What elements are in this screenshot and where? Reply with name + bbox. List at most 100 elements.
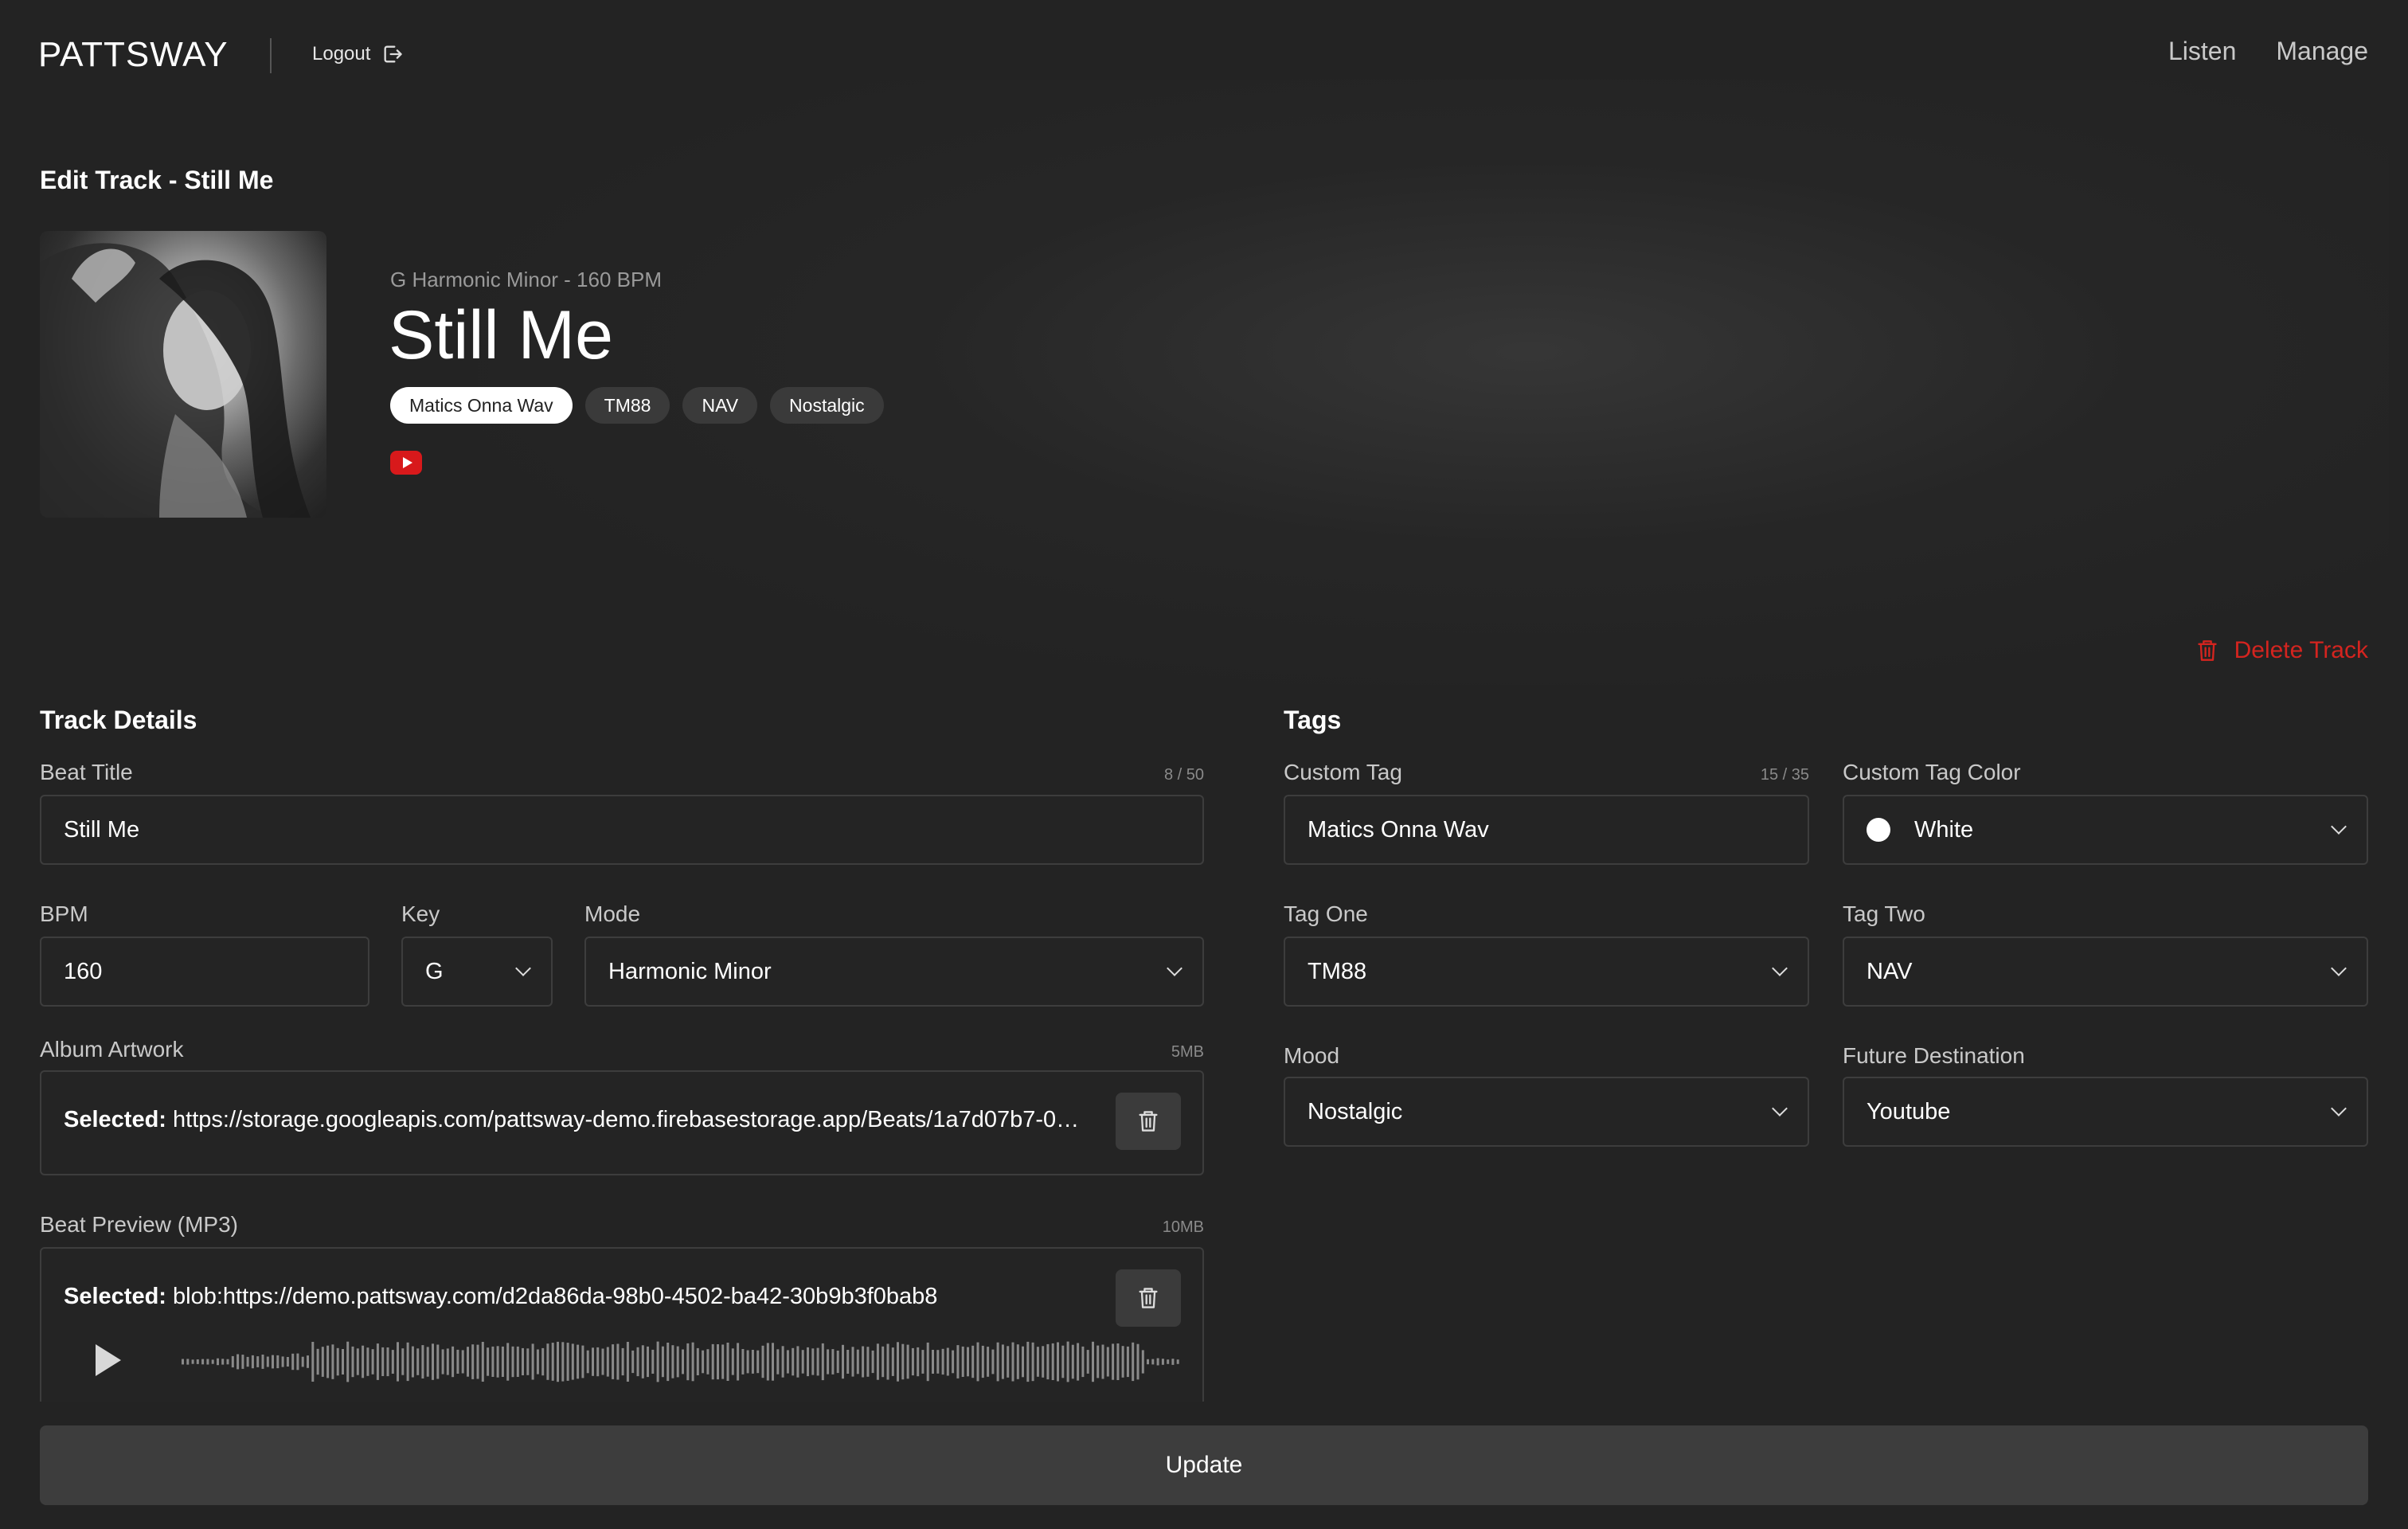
custom-tag-color-select[interactable]: White [1843,795,2368,865]
tag-two-select[interactable]: NAV [1843,937,2368,1007]
waveform-bar [626,1342,629,1382]
custom-tag-input[interactable] [1308,816,1785,843]
update-button[interactable]: Update [40,1425,2368,1505]
waveform-bar [647,1346,649,1378]
tag-one-select[interactable]: TM88 [1284,937,1809,1007]
beat-preview-label: Beat Preview (MP3) [40,1212,238,1237]
tag-chip-two[interactable]: NAV [682,387,758,424]
remove-artwork-button[interactable] [1116,1093,1181,1150]
page-title: Edit Track - Still Me [40,166,274,194]
waveform-bar [446,1348,449,1375]
chevron-down-icon [2331,1101,2347,1116]
waveform-bar [976,1342,979,1382]
key-label: Key [401,901,440,926]
waveform-bar [621,1347,624,1376]
waveform-bar [321,1347,324,1377]
waveform-bar [906,1344,909,1379]
future-destination-select[interactable]: Youtube [1843,1077,2368,1147]
waveform-bar [1171,1359,1175,1365]
waveform-bar [756,1350,760,1374]
trash-icon [2197,640,2217,661]
future-destination-value: Youtube [1867,1098,1951,1124]
chevron-down-icon [2331,819,2347,835]
nav-manage[interactable]: Manage [2276,37,2368,66]
waveform-bar [882,1346,885,1378]
chevron-down-icon [515,960,531,976]
waveform-bar [307,1355,309,1368]
beat-preview-upload[interactable] [40,1247,1204,1422]
remove-preview-button[interactable] [1116,1269,1181,1327]
beat-title-input[interactable] [64,816,1180,843]
waveform-bar [546,1343,549,1380]
waveform-bar [256,1356,260,1367]
waveform-bar [421,1345,424,1378]
waveform-bar [941,1348,944,1375]
waveform-bar [1147,1359,1149,1365]
waveform-bar [1092,1341,1094,1382]
mood-select[interactable]: Nostalgic [1284,1077,1809,1147]
color-swatch [1867,818,1890,842]
waveform-bar [261,1355,264,1369]
waveform-bar [801,1350,804,1374]
waveform-bar [851,1347,854,1377]
beat-title-field[interactable] [40,795,1204,865]
tags-heading: Tags [1284,706,1342,734]
waveform-bar [592,1347,594,1376]
waveform-bar [721,1344,725,1379]
waveform-bar [1071,1344,1074,1379]
waveform-bar [1096,1345,1100,1378]
waveform-bar [1016,1344,1019,1379]
tag-chip-custom[interactable]: Matics Onna Wav [390,387,573,424]
selected-prefix: Selected: [64,1107,166,1132]
waveform-bar [231,1355,234,1368]
tag-one-value: TM88 [1308,958,1367,984]
tag-chip-one[interactable]: TM88 [584,387,670,424]
waveform-bar [426,1347,429,1377]
waveform-bar [871,1350,874,1374]
waveform-bar [1057,1342,1059,1382]
waveform-bar [551,1343,554,1381]
delete-track-button[interactable]: Delete Track [2196,637,2368,664]
waveform-bar [651,1349,655,1374]
waveform-bar [1116,1343,1120,1380]
tag-two-value: NAV [1867,958,1913,984]
waveform-bar [831,1349,835,1375]
waveform-bar [401,1348,405,1375]
trash-icon [1139,1111,1158,1132]
waveform-bar [971,1345,975,1378]
key-select[interactable]: G [401,937,553,1007]
waveform-bar [182,1359,184,1365]
custom-tag-field[interactable] [1284,795,1809,865]
waveform-bar [356,1348,359,1375]
logout-label: Logout [312,43,371,65]
waveform-bar [1001,1344,1004,1379]
waveform-bar [1046,1343,1050,1380]
waveform-bar [461,1350,464,1374]
waveform-bar [371,1349,374,1375]
waveform-bar [501,1346,504,1377]
waveform-bar [897,1342,899,1382]
nav-listen[interactable]: Listen [2168,37,2236,66]
bpm-input[interactable] [64,958,346,985]
waveform-bar [196,1359,199,1364]
waveform-bar [186,1359,190,1365]
waveform-bar [641,1345,644,1378]
logout-button[interactable]: Logout [312,43,404,65]
waveform-bar [506,1343,510,1381]
waveform-bar [286,1357,289,1367]
album-artwork-label: Album Artwork [40,1037,184,1062]
waveform-bar [636,1347,639,1377]
waveform-bar [796,1346,799,1378]
waveform-bar [226,1359,229,1365]
waveform-bar [936,1350,940,1374]
tag-chip-mood[interactable]: Nostalgic [770,387,884,424]
audio-waveform[interactable] [182,1336,1182,1387]
mode-select[interactable]: Harmonic Minor [584,937,1204,1007]
bpm-field[interactable] [40,937,369,1007]
waveform-bar [441,1349,444,1375]
play-icon[interactable] [96,1344,121,1376]
logo[interactable]: PATTSWAY [38,35,229,75]
waveform-bar [606,1347,609,1377]
tag-chips: Matics Onna Wav TM88 NAV Nostalgic [390,387,884,424]
waveform-bar [961,1346,964,1377]
